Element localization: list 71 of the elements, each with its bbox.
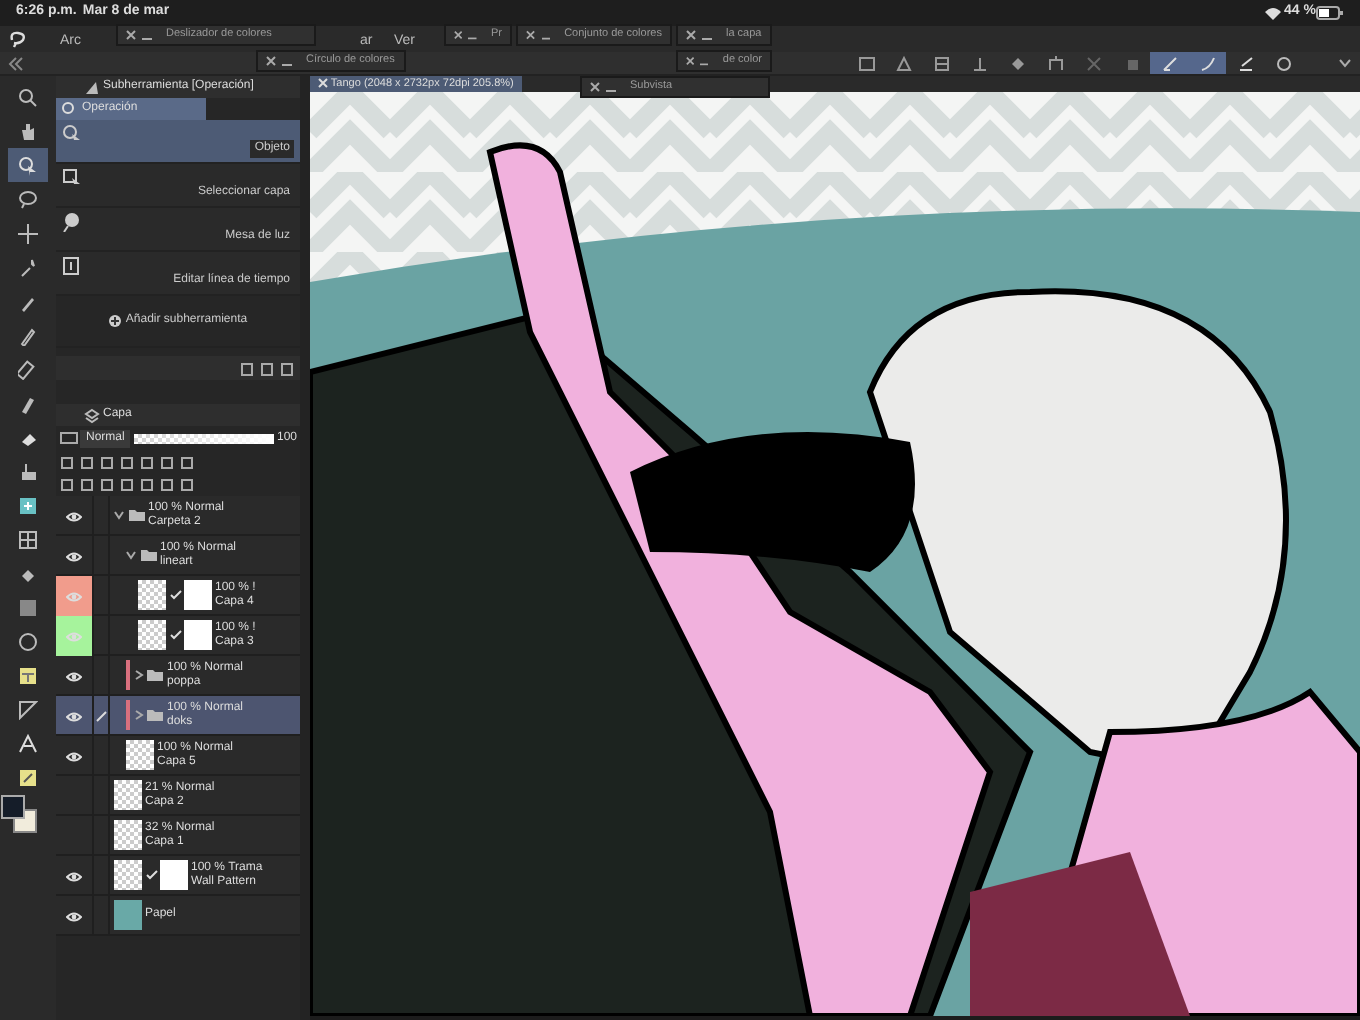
eye-icon[interactable] [66,551,82,561]
tool-icon [18,529,38,549]
tool-icon [18,223,38,243]
plus-circle-icon [108,314,123,328]
layer-thumbnail [114,780,142,810]
tool-icon [18,767,38,787]
layer-thumbnail [138,580,166,610]
eye-icon[interactable] [66,911,82,921]
tool-icon [18,87,38,107]
subtool-icon [62,212,82,232]
close-icon[interactable] [526,30,536,40]
close-icon[interactable] [266,56,276,66]
battery-icon [1316,6,1344,20]
check-icon [169,590,181,600]
folder-icon [139,548,157,562]
chevron-down-icon[interactable] [114,510,124,520]
tool-icon [18,461,38,481]
tool-icon [18,155,38,175]
collapse-icon[interactable] [8,55,24,71]
tool-icon [1273,53,1293,73]
app-logo-icon[interactable] [8,30,28,48]
check-icon [145,870,157,880]
paper-thumbnail [114,900,142,930]
close-icon[interactable] [454,30,463,40]
tool-icon [931,53,951,73]
chevron-down-icon[interactable] [126,550,136,560]
folder-icon [127,508,145,522]
layer-thumbnail [126,740,154,770]
close-icon[interactable] [126,30,136,40]
tool-icon [18,699,38,719]
layer-thumbnail [138,620,166,650]
close-icon[interactable] [686,30,696,40]
subtool-icon [62,168,82,188]
folder-icon [146,708,164,722]
chevron-right-icon[interactable] [133,670,143,680]
tool-icon [18,121,38,141]
mask-thumbnail [184,620,212,650]
folder-icon [146,668,164,682]
tool-icon [18,665,38,685]
tool-icon [18,257,38,277]
eye-icon[interactable] [66,871,82,881]
eye-icon[interactable] [66,751,82,761]
close-icon[interactable] [590,82,600,92]
subtool-icon [62,124,82,144]
tool-icon [969,53,989,73]
tool-icon [18,189,38,209]
tool-icon [1045,53,1065,73]
opacity-slider-fill[interactable] [133,434,274,444]
layer-thumbnail [114,820,142,850]
subtool-icon [62,256,82,276]
eye-icon[interactable] [66,711,82,721]
tool-icon [18,495,38,515]
tool-icon [1159,53,1179,73]
chevron-right-icon[interactable] [133,710,143,720]
layer-icon [84,407,100,423]
color-swatches-icon [0,794,40,838]
eye-icon[interactable] [66,671,82,681]
pen-icon [95,710,107,722]
tool-icon [1197,53,1217,73]
monitor-icon [59,432,77,446]
mask-thumbnail [160,860,188,890]
eye-icon[interactable] [66,511,82,521]
tool-icon [18,733,38,753]
tool-icon [1235,53,1255,73]
check-icon [169,630,181,640]
mask-thumbnail [184,580,212,610]
tool-icon [1083,53,1103,73]
wifi-icon [1263,6,1282,20]
close-icon[interactable] [686,56,695,66]
chevron-down-icon[interactable] [1338,58,1352,68]
layer-thumbnail [114,860,142,890]
